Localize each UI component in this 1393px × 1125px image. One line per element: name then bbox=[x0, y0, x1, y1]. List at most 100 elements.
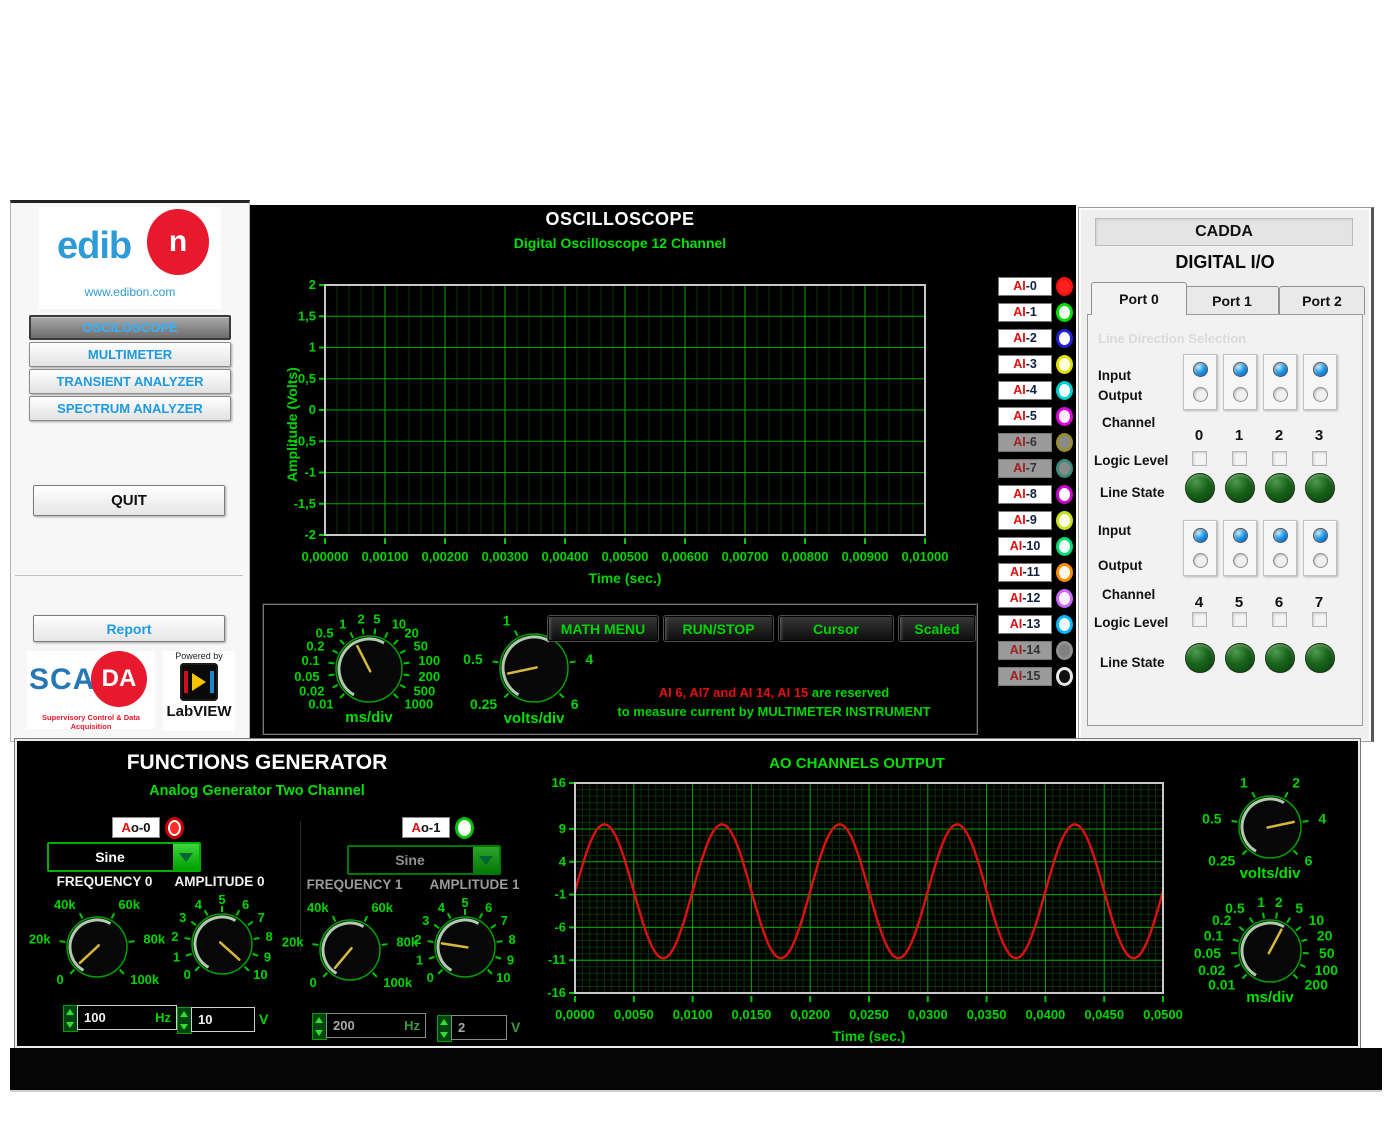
channel-ai-3-label[interactable]: AI-3 bbox=[998, 355, 1052, 374]
channel-ai-15-color-indicator[interactable] bbox=[1056, 667, 1073, 686]
ch7-output-radio[interactable] bbox=[1313, 553, 1328, 568]
channel-ai-4-color-indicator[interactable] bbox=[1056, 381, 1073, 400]
channel-ai-4-label[interactable]: AI-4 bbox=[998, 381, 1052, 400]
ch1-logic-level-checkbox[interactable] bbox=[1232, 451, 1247, 466]
amplitude0-up-icon[interactable] bbox=[180, 1011, 188, 1017]
channel-ai-7-color-indicator[interactable] bbox=[1056, 459, 1073, 478]
amplitude0-input[interactable]: 10 bbox=[191, 1007, 255, 1032]
amplitude1-knob[interactable]: 012345678910 bbox=[390, 889, 540, 1016]
osc-ms-div-knob[interactable]: 0.010.020.050.10.20.51251020501002005001… bbox=[274, 607, 464, 736]
ch3-logic-level-checkbox[interactable] bbox=[1312, 451, 1327, 466]
channel-ai-13-label[interactable]: AI-13 bbox=[998, 615, 1052, 634]
ch0-output-radio[interactable] bbox=[1193, 387, 1208, 402]
channel-ai-2-label[interactable]: AI-2 bbox=[998, 329, 1052, 348]
ch1-output-radio[interactable] bbox=[1233, 387, 1248, 402]
ao1-waveform-arrow-icon[interactable] bbox=[473, 847, 499, 873]
channel-ai-11-label[interactable]: AI-11 bbox=[998, 563, 1052, 582]
channel-ai-1-color-indicator[interactable] bbox=[1056, 303, 1073, 322]
ch6-output-radio[interactable] bbox=[1273, 553, 1288, 568]
channel-ai-7-label[interactable]: AI-7 bbox=[998, 459, 1052, 478]
frequency1-spinner[interactable] bbox=[312, 1013, 327, 1040]
channel-ai-15-label[interactable]: AI-15 bbox=[998, 667, 1052, 686]
ch4-output-radio[interactable] bbox=[1193, 553, 1208, 568]
channel-ai-1-label[interactable]: AI-1 bbox=[998, 303, 1052, 322]
ch7-logic-level-checkbox[interactable] bbox=[1312, 612, 1327, 627]
channel-ai-6-color-indicator[interactable] bbox=[1056, 433, 1073, 452]
frequency0-up-icon[interactable] bbox=[66, 1009, 74, 1015]
channel-ai-12-label[interactable]: AI-12 bbox=[998, 589, 1052, 608]
channel-ai-0-color-indicator[interactable] bbox=[1056, 277, 1073, 296]
sidebar-item-osciloscope[interactable]: OSCILOSCOPE bbox=[29, 315, 231, 340]
ch3-output-radio[interactable] bbox=[1313, 387, 1328, 402]
channel-ai-6-label[interactable]: AI-6 bbox=[998, 433, 1052, 452]
channel-ai-9-label[interactable]: AI-9 bbox=[998, 511, 1052, 530]
channel-ai-11-color-indicator[interactable] bbox=[1056, 563, 1073, 582]
sidebar-item-spectrum-analyzer[interactable]: SPECTRUM ANALYZER bbox=[29, 396, 231, 421]
ch5-logic-level-checkbox[interactable] bbox=[1232, 612, 1247, 627]
ch6-logic-level-checkbox[interactable] bbox=[1272, 612, 1287, 627]
ch0-input-radio[interactable] bbox=[1193, 362, 1208, 377]
frequency1-up-icon[interactable] bbox=[315, 1017, 323, 1023]
ch5-input-radio[interactable] bbox=[1233, 528, 1248, 543]
frequency0-input[interactable]: 100Hz bbox=[77, 1005, 177, 1030]
ch3-input-radio[interactable] bbox=[1313, 362, 1328, 377]
channel-ai-9-color-indicator[interactable] bbox=[1056, 511, 1073, 530]
ao0-enable-led[interactable] bbox=[165, 817, 184, 839]
ch1-input-radio[interactable] bbox=[1233, 362, 1248, 377]
ao0-waveform-select[interactable]: Sine bbox=[47, 842, 201, 872]
frequency0-value: 100 bbox=[84, 1010, 106, 1025]
amplitude1-spinner[interactable] bbox=[437, 1015, 452, 1042]
group1-input-label: Input bbox=[1098, 523, 1131, 538]
ao0-waveform-arrow-icon[interactable] bbox=[173, 844, 199, 870]
quit-button[interactable]: QUIT bbox=[33, 485, 225, 516]
ch5-output-radio[interactable] bbox=[1233, 553, 1248, 568]
ch4-input-radio[interactable] bbox=[1193, 528, 1208, 543]
scada-logo-row: SCA DA bbox=[27, 651, 155, 709]
ch4-logic-level-checkbox[interactable] bbox=[1192, 612, 1207, 627]
amplitude1-down-icon[interactable] bbox=[440, 1032, 448, 1038]
scaled-button[interactable]: Scaled bbox=[898, 615, 976, 642]
ch2-input-radio[interactable] bbox=[1273, 362, 1288, 377]
tab-port-1[interactable]: Port 1 bbox=[1185, 286, 1279, 315]
channel-ai-5-label[interactable]: AI-5 bbox=[998, 407, 1052, 426]
sidebar-item-multimeter[interactable]: MULTIMETER bbox=[29, 342, 231, 367]
channel-ai-3-color-indicator[interactable] bbox=[1056, 355, 1073, 374]
ao1-enable-led[interactable] bbox=[455, 817, 474, 839]
channel-ai-12-color-indicator[interactable] bbox=[1056, 589, 1073, 608]
amplitude1-input[interactable]: 2 bbox=[451, 1015, 507, 1040]
channel-ai-14-color-indicator[interactable] bbox=[1056, 641, 1073, 660]
tab-port-2[interactable]: Port 2 bbox=[1279, 286, 1365, 315]
amplitude0-spinner[interactable] bbox=[177, 1007, 192, 1034]
amplitude0-down-icon[interactable] bbox=[180, 1024, 188, 1030]
frequency0-spinner[interactable] bbox=[63, 1005, 78, 1032]
ao-volts-div-knob[interactable]: 0.250.51246volts/div bbox=[1188, 769, 1353, 896]
run-stop-button[interactable]: RUN/STOP bbox=[663, 615, 774, 642]
ch2-logic-level-checkbox[interactable] bbox=[1272, 451, 1287, 466]
math-menu-button[interactable]: MATH MENU bbox=[547, 615, 659, 642]
channel-ai-0-label[interactable]: AI-0 bbox=[998, 277, 1052, 296]
channel-ai-14-label[interactable]: AI-14 bbox=[998, 641, 1052, 660]
ch0-logic-level-checkbox[interactable] bbox=[1192, 451, 1207, 466]
channel-item-ai-11: AI-11 bbox=[998, 559, 1076, 585]
channel-ai-8-color-indicator[interactable] bbox=[1056, 485, 1073, 504]
amplitude1-up-icon[interactable] bbox=[440, 1019, 448, 1025]
frequency0-down-icon[interactable] bbox=[66, 1022, 74, 1028]
ch2-output-radio[interactable] bbox=[1273, 387, 1288, 402]
report-button[interactable]: Report bbox=[33, 615, 225, 642]
channel-ai-5-color-indicator[interactable] bbox=[1056, 407, 1073, 426]
sidebar-item-transient-analyzer[interactable]: TRANSIENT ANALYZER bbox=[29, 369, 231, 394]
channel-ai-13-color-indicator[interactable] bbox=[1056, 615, 1073, 634]
ch6-input-radio[interactable] bbox=[1273, 528, 1288, 543]
cursor-button[interactable]: Cursor bbox=[778, 615, 894, 642]
ao-ms-div-knob[interactable]: 0.010.020.050.10.20.5125102050100200ms/d… bbox=[1182, 889, 1357, 1028]
reserved-warning-line2: to measure current by MULTIMETER INSTRUM… bbox=[564, 704, 984, 719]
channel-ai-10-color-indicator[interactable] bbox=[1056, 537, 1073, 556]
channel-ai-2-color-indicator[interactable] bbox=[1056, 329, 1073, 348]
ao1-waveform-select[interactable]: Sine bbox=[347, 845, 501, 875]
channel-ai-8-label[interactable]: AI-8 bbox=[998, 485, 1052, 504]
frequency1-input[interactable]: 200Hz bbox=[326, 1013, 426, 1038]
channel-ai-10-label[interactable]: AI-10 bbox=[998, 537, 1052, 556]
ch7-input-radio[interactable] bbox=[1313, 528, 1328, 543]
tab-port-0[interactable]: Port 0 bbox=[1091, 282, 1187, 315]
frequency1-down-icon[interactable] bbox=[315, 1030, 323, 1036]
